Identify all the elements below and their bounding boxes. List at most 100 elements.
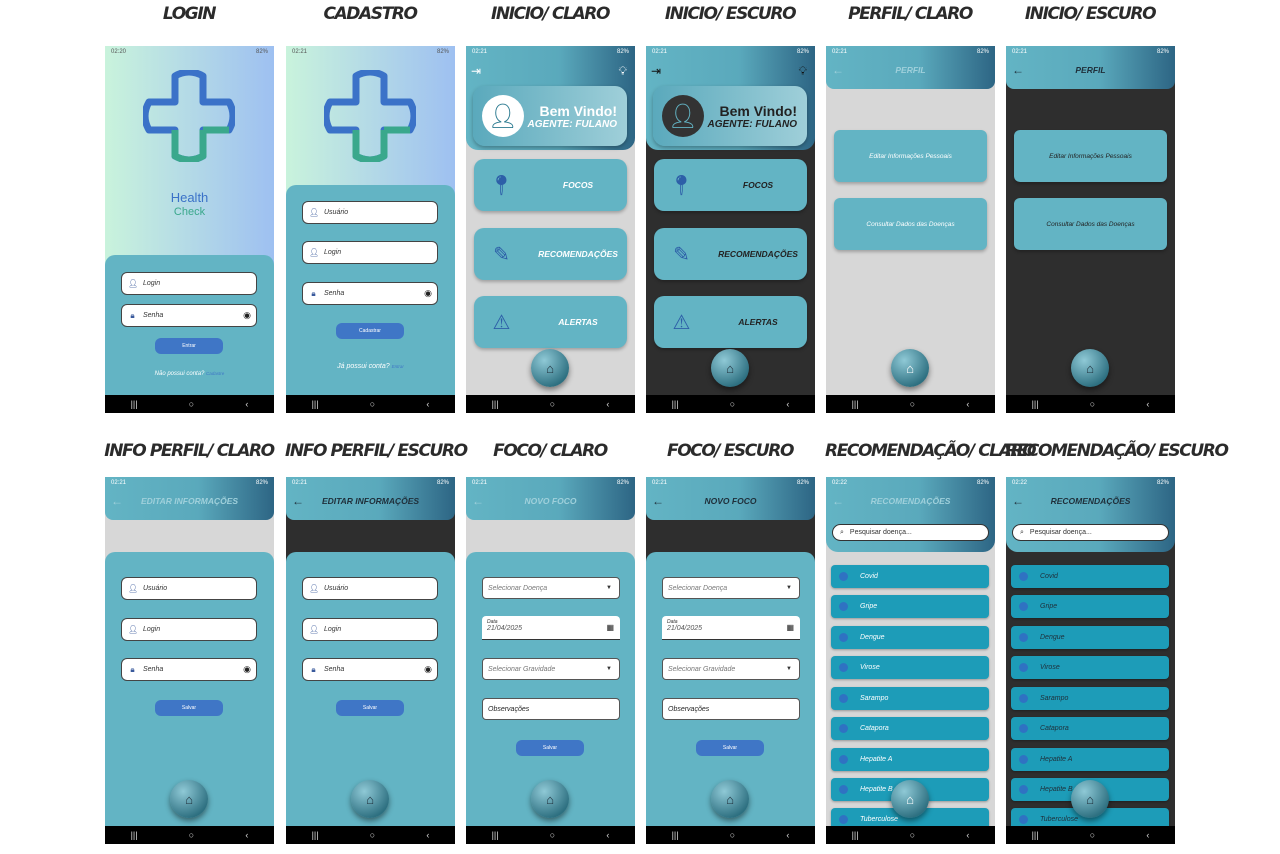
list-item[interactable]: Sarampo (831, 687, 989, 710)
enter-button[interactable]: Entrar (155, 338, 223, 354)
home-nav-button[interactable]: ○ (550, 399, 555, 409)
back-nav-button[interactable]: ‹ (786, 830, 789, 840)
password-field[interactable]: 🔒︎ Senha ◉ (121, 304, 257, 327)
eye-icon[interactable]: ◉ (424, 664, 432, 675)
login-field[interactable]: 👤︎ Login (121, 618, 257, 641)
back-nav-button[interactable]: ‹ (1146, 830, 1149, 840)
list-item[interactable]: Hepatite A (831, 748, 989, 771)
disease-select[interactable]: Selecionar Doença ▼ (662, 577, 800, 599)
back-nav-button[interactable]: ‹ (426, 830, 429, 840)
logout-icon[interactable]: ⇥ (471, 64, 481, 78)
date-field[interactable]: Data 21/04/2025 ▦ (482, 616, 620, 640)
user-field[interactable]: 👤︎ Usuário (302, 201, 438, 224)
recent-apps-button[interactable]: ||| (672, 830, 679, 840)
list-item[interactable]: Dengue (831, 626, 989, 649)
recent-apps-button[interactable]: ||| (852, 830, 859, 840)
back-nav-button[interactable]: ‹ (606, 830, 609, 840)
password-field[interactable]: 🔒︎ Senha ◉ (302, 658, 438, 681)
home-button[interactable]: ⌂ (891, 780, 929, 818)
recent-apps-button[interactable]: ||| (492, 399, 499, 409)
list-item[interactable]: Covid (831, 565, 989, 588)
home-button[interactable]: ⌂ (1071, 349, 1109, 387)
recent-apps-button[interactable]: ||| (1032, 399, 1039, 409)
list-item[interactable]: Virose (831, 656, 989, 679)
card-alertas[interactable]: ⚠︎ ALERTAS (474, 296, 627, 348)
calendar-icon[interactable]: ▦ (786, 623, 794, 632)
login-field[interactable]: 👤︎ Login (121, 272, 257, 295)
home-nav-button[interactable]: ○ (370, 399, 375, 409)
recent-apps-button[interactable]: ||| (312, 830, 319, 840)
severity-select[interactable]: Selecionar Gravidade ▼ (482, 658, 620, 680)
home-button[interactable]: ⌂ (711, 349, 749, 387)
logout-icon[interactable]: ⇥ (651, 64, 661, 78)
back-nav-button[interactable]: ‹ (966, 830, 969, 840)
password-field[interactable]: 🔒︎ Senha ◉ (121, 658, 257, 681)
severity-select[interactable]: Selecionar Gravidade ▼ (662, 658, 800, 680)
home-nav-button[interactable]: ○ (189, 830, 194, 840)
recent-apps-button[interactable]: ||| (672, 399, 679, 409)
home-button[interactable]: ⌂ (531, 780, 569, 818)
home-nav-button[interactable]: ○ (370, 830, 375, 840)
save-button[interactable]: Salvar (696, 740, 764, 756)
home-button[interactable]: ⌂ (1071, 780, 1109, 818)
eye-icon[interactable]: ◉ (243, 310, 251, 321)
card-focos[interactable]: 📍︎ FOCOS (474, 159, 627, 211)
notes-field[interactable]: Observações (662, 698, 800, 720)
date-field[interactable]: Data 21/04/2025 ▦ (662, 616, 800, 640)
home-nav-button[interactable]: ○ (730, 830, 735, 840)
save-button[interactable]: Salvar (155, 700, 223, 716)
back-nav-button[interactable]: ‹ (245, 830, 248, 840)
login-field[interactable]: 👤︎ Login (302, 618, 438, 641)
home-button[interactable]: ⌂ (351, 780, 389, 818)
recent-apps-button[interactable]: ||| (312, 399, 319, 409)
enter-link[interactable]: Entrar (392, 364, 404, 369)
recent-apps-button[interactable]: ||| (131, 830, 138, 840)
home-button[interactable]: ⌂ (711, 780, 749, 818)
register-link[interactable]: Cadastre (206, 371, 224, 376)
back-nav-button[interactable]: ‹ (426, 399, 429, 409)
list-item[interactable]: Hepatite A (1011, 748, 1169, 771)
home-nav-button[interactable]: ○ (910, 830, 915, 840)
home-button[interactable]: ⌂ (170, 780, 208, 818)
disease-data-option[interactable]: Consultar Dados das Doenças (834, 198, 987, 250)
back-nav-button[interactable]: ‹ (1146, 399, 1149, 409)
register-button[interactable]: Cadastrar (336, 323, 404, 339)
list-item[interactable]: Catapora (1011, 717, 1169, 740)
disease-select[interactable]: Selecionar Doença ▼ (482, 577, 620, 599)
recent-apps-button[interactable]: ||| (131, 399, 138, 409)
home-nav-button[interactable]: ○ (189, 399, 194, 409)
save-button[interactable]: Salvar (336, 700, 404, 716)
user-field[interactable]: 👤︎ Usuário (302, 577, 438, 600)
list-item[interactable]: Sarampo (1011, 687, 1169, 710)
back-nav-button[interactable]: ‹ (786, 399, 789, 409)
login-field[interactable]: 👤︎ Login (302, 241, 438, 264)
home-nav-button[interactable]: ○ (910, 399, 915, 409)
card-alertas[interactable]: ⚠︎ ALERTAS (654, 296, 807, 348)
card-recomendacoes[interactable]: ✎ RECOMENDAÇÕES (474, 228, 627, 280)
home-button[interactable]: ⌂ (891, 349, 929, 387)
save-button[interactable]: Salvar (516, 740, 584, 756)
card-recomendacoes[interactable]: ✎ RECOMENDAÇÕES (654, 228, 807, 280)
lightbulb-icon[interactable]: 💡︎ (619, 64, 627, 79)
user-field[interactable]: 👤︎ Usuário (121, 577, 257, 600)
disease-data-option[interactable]: Consultar Dados das Doenças (1014, 198, 1167, 250)
home-button[interactable]: ⌂ (531, 349, 569, 387)
lightbulb-off-icon[interactable]: 💡︎ (799, 64, 807, 79)
home-nav-button[interactable]: ○ (730, 399, 735, 409)
recent-apps-button[interactable]: ||| (1032, 830, 1039, 840)
recent-apps-button[interactable]: ||| (852, 399, 859, 409)
edit-info-option[interactable]: Editar Informações Pessoais (834, 130, 987, 182)
list-item[interactable]: Gripe (831, 595, 989, 618)
back-nav-button[interactable]: ‹ (966, 399, 969, 409)
back-nav-button[interactable]: ‹ (606, 399, 609, 409)
list-item[interactable]: Catapora (831, 717, 989, 740)
notes-field[interactable]: Observações (482, 698, 620, 720)
home-nav-button[interactable]: ○ (1090, 399, 1095, 409)
eye-icon[interactable]: ◉ (424, 288, 432, 299)
card-focos[interactable]: 📍︎ FOCOS (654, 159, 807, 211)
list-item[interactable]: Covid (1011, 565, 1169, 588)
eye-icon[interactable]: ◉ (243, 664, 251, 675)
home-nav-button[interactable]: ○ (550, 830, 555, 840)
recent-apps-button[interactable]: ||| (492, 830, 499, 840)
edit-info-option[interactable]: Editar Informações Pessoais (1014, 130, 1167, 182)
